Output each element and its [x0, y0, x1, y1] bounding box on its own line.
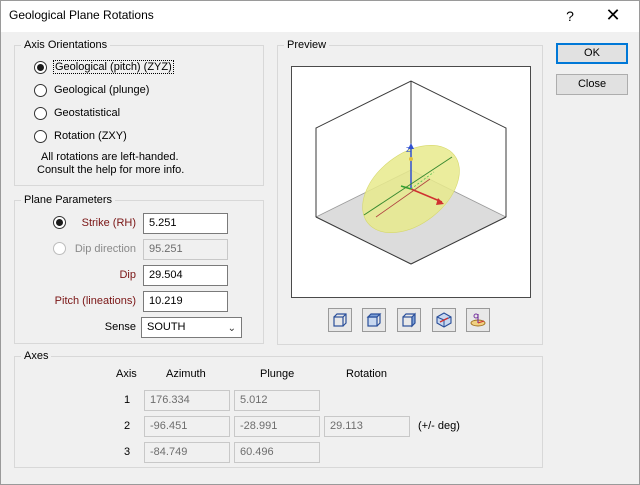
plane-parameters-legend: Plane Parameters	[24, 194, 113, 206]
preview-z-label: Z	[406, 146, 411, 154]
azimuth-header: Azimuth	[166, 368, 206, 380]
radio-label: Rotation (ZXY)	[54, 130, 127, 142]
axis-2-azimuth[interactable]: -96.451	[144, 416, 230, 437]
strike-input[interactable]: 5.251	[143, 213, 228, 234]
axis-1-azimuth[interactable]: 176.334	[144, 390, 230, 411]
radio-geological-pitch[interactable]: Geological (pitch) (ZYZ)	[34, 58, 174, 76]
strike-radio[interactable]	[53, 216, 66, 229]
dip-direction-radio[interactable]	[53, 242, 66, 255]
radio-button[interactable]	[34, 60, 47, 74]
radio-button[interactable]	[34, 83, 47, 97]
preview-3d-view[interactable]: Z	[291, 66, 531, 298]
axis-3-label: 3	[123, 446, 131, 458]
axis-1-label: 1	[123, 394, 131, 406]
view-side-button[interactable]	[397, 308, 421, 332]
rotation-note-1: All rotations are left-handed.	[41, 151, 179, 163]
sense-select[interactable]: SOUTH ⌄	[141, 317, 242, 338]
ok-button[interactable]: OK	[556, 43, 628, 64]
axes-legend: Axes	[24, 350, 49, 362]
radio-button[interactable]	[34, 106, 47, 120]
view-front-button[interactable]	[328, 308, 352, 332]
radio-label: Geological (pitch) (ZYZ)	[53, 60, 174, 74]
title-bar: Geological Plane Rotations ? ✕	[0, 0, 640, 32]
sense-value: SOUTH	[147, 321, 186, 333]
radio-geostatistical[interactable]: Geostatistical	[34, 104, 120, 122]
radio-label: Geostatistical	[54, 107, 121, 119]
preview-legend: Preview	[287, 39, 327, 51]
dip-direction-input[interactable]: 95.251	[143, 239, 228, 260]
preview-marker	[409, 157, 413, 161]
chevron-down-icon: ⌄	[227, 323, 236, 334]
dip-direction-label: Dip direction	[74, 243, 136, 255]
axis-header: Axis	[116, 368, 137, 380]
axis-orientations-legend: Axis Orientations	[24, 39, 108, 51]
dip-label: Dip	[119, 269, 136, 281]
view-top-icon	[366, 313, 382, 327]
plunge-header: Plunge	[260, 368, 295, 380]
axis-1-plunge[interactable]: 5.012	[234, 390, 320, 411]
rotation-note-2: Consult the help for more info.	[37, 164, 185, 176]
axis-2-label: 2	[123, 420, 131, 432]
view-top-button[interactable]	[362, 308, 386, 332]
strike-label: Strike (RH)	[81, 217, 136, 229]
view-front-icon	[333, 313, 347, 327]
radio-button[interactable]	[34, 129, 47, 143]
axis-3-plunge[interactable]: 60.496	[234, 442, 320, 463]
window-title: Geological Plane Rotations	[9, 8, 154, 22]
close-icon[interactable]: ✕	[598, 5, 628, 27]
view-side-icon	[402, 312, 416, 328]
preview-scene: Z	[315, 80, 507, 265]
help-icon[interactable]: ?	[556, 5, 584, 27]
dip-input[interactable]: 29.504	[143, 265, 228, 286]
pitch-input[interactable]: 10.219	[143, 291, 228, 312]
view-reset-button[interactable]	[466, 308, 490, 332]
view-rotate-icon	[436, 312, 452, 328]
radio-geological-plunge[interactable]: Geological (plunge)	[34, 81, 149, 99]
pitch-label: Pitch (lineations)	[54, 295, 136, 307]
rotation-unit: (+/- deg)	[418, 420, 460, 432]
axis-3-azimuth[interactable]: -84.749	[144, 442, 230, 463]
close-button[interactable]: Close	[556, 74, 628, 95]
view-reset-icon	[470, 313, 486, 327]
sense-label: Sense	[104, 321, 136, 333]
rotation-header: Rotation	[346, 368, 387, 380]
radio-label: Geological (plunge)	[54, 84, 150, 96]
radio-rotation-zxy[interactable]: Rotation (ZXY)	[34, 127, 127, 145]
view-rotate-button[interactable]	[432, 308, 456, 332]
axis-2-rotation[interactable]: 29.113	[324, 416, 410, 437]
axis-2-plunge[interactable]: -28.991	[234, 416, 320, 437]
